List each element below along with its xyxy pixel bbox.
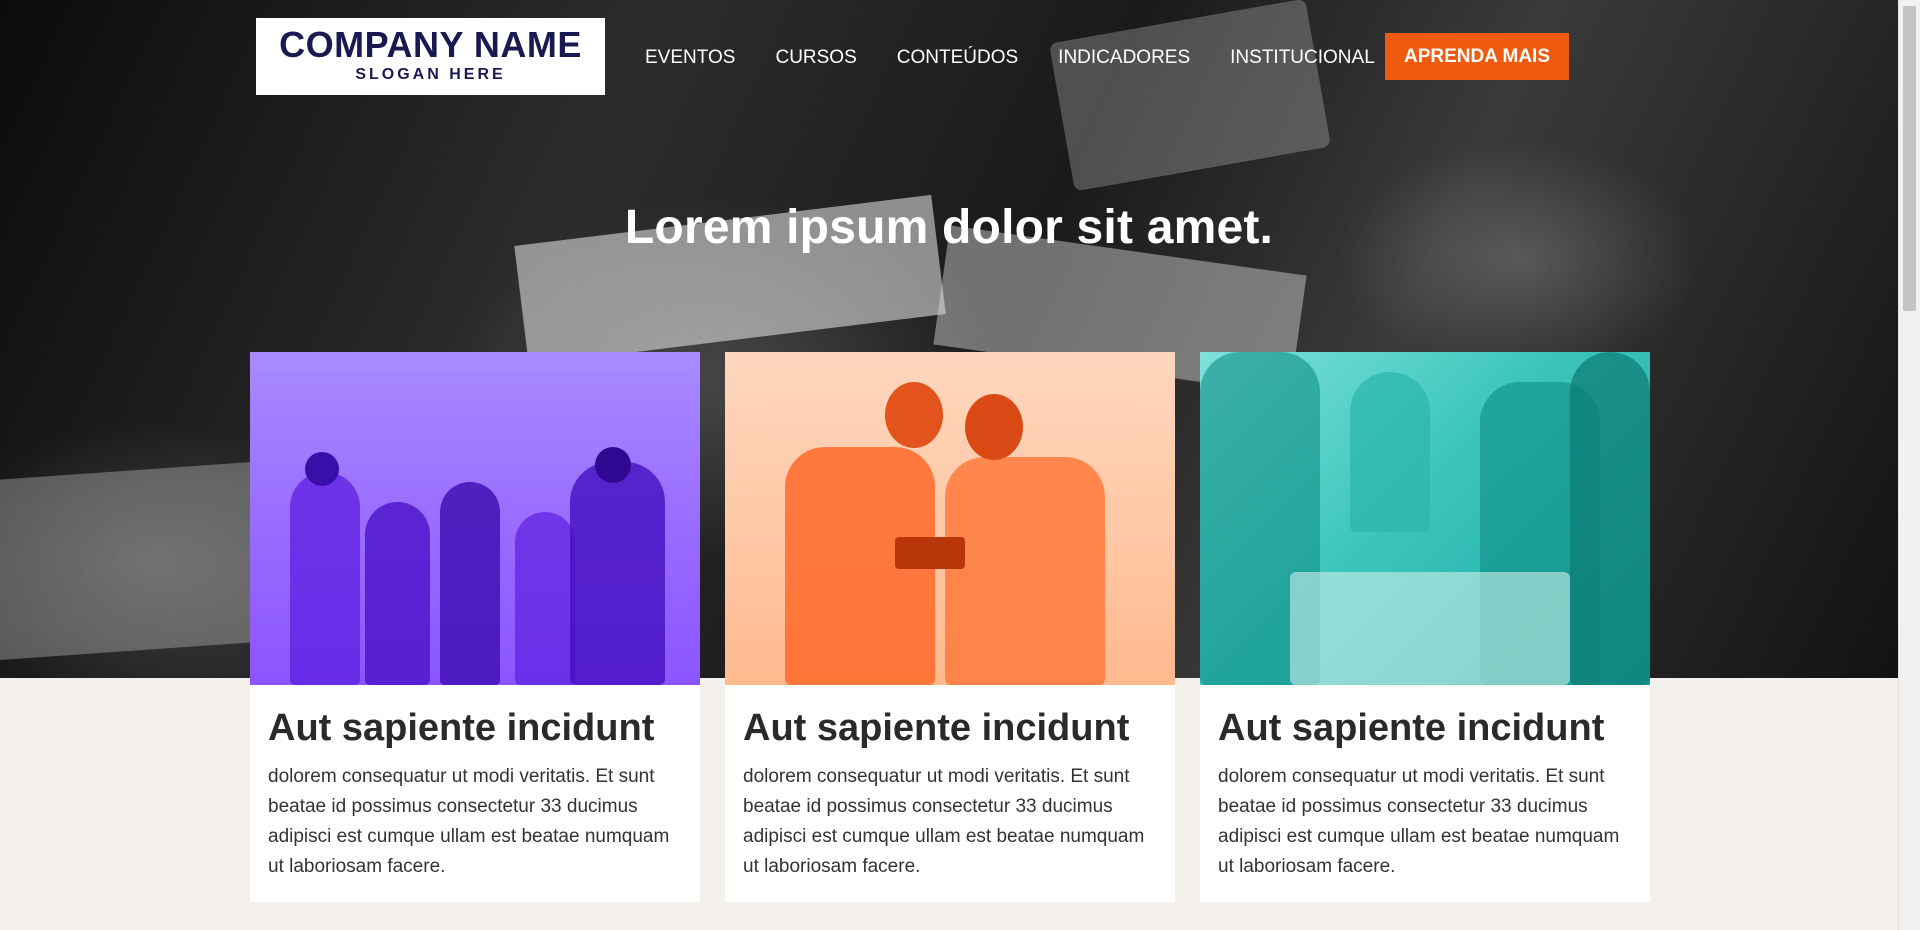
card-title: Aut sapiente incidunt — [743, 707, 1130, 749]
card-body: Aut sapiente incidunt dolorem consequatu… — [1200, 685, 1650, 902]
menu-item-cursos[interactable]: CURSOS — [775, 47, 856, 69]
menu-item-eventos[interactable]: EVENTOS — [645, 47, 735, 69]
card-image-team-high-five — [250, 352, 700, 685]
logo-company-name: COMPANY NAME — [279, 24, 582, 65]
company-logo[interactable]: COMPANY NAME SLOGAN HERE — [256, 18, 605, 95]
top-navigation: COMPANY NAME SLOGAN HERE EVENTOS CURSOS … — [0, 0, 1898, 100]
feature-card[interactable]: Aut sapiente incidunt dolorem consequatu… — [725, 352, 1175, 902]
card-text: dolorem consequatur ut modi veritatis. E… — [743, 766, 1145, 877]
menu-item-conteudos[interactable]: CONTEÚDOS — [897, 47, 1018, 69]
card-body: Aut sapiente incidunt dolorem consequatu… — [725, 685, 1175, 902]
card-title: Aut sapiente incidunt — [1218, 707, 1605, 749]
card-body: Aut sapiente incidunt dolorem consequatu… — [250, 685, 700, 902]
card-image-team-meeting — [1200, 352, 1650, 685]
card-text: dolorem consequatur ut modi veritatis. E… — [268, 766, 670, 877]
main-menu: EVENTOS CURSOS CONTEÚDOS INDICADORES INS… — [645, 47, 1375, 69]
page: Lorem ipsum dolor sit amet. COMPANY NAME… — [0, 0, 1898, 930]
hero-title: Lorem ipsum dolor sit amet. — [624, 201, 1274, 254]
vertical-scrollbar[interactable] — [1898, 0, 1920, 930]
feature-cards: Aut sapiente incidunt dolorem consequatu… — [250, 352, 1650, 902]
card-text: dolorem consequatur ut modi veritatis. E… — [1218, 766, 1620, 877]
learn-more-button[interactable]: APRENDA MAIS — [1385, 33, 1569, 80]
scrollbar-thumb[interactable] — [1903, 6, 1916, 311]
feature-card[interactable]: Aut sapiente incidunt dolorem consequatu… — [1200, 352, 1650, 902]
card-image-two-men-tablet — [725, 352, 1175, 685]
card-title: Aut sapiente incidunt — [268, 707, 655, 749]
feature-card[interactable]: Aut sapiente incidunt dolorem consequatu… — [250, 352, 700, 902]
logo-slogan: SLOGAN HERE — [355, 66, 506, 83]
menu-item-indicadores[interactable]: INDICADORES — [1058, 47, 1190, 69]
menu-item-institucional[interactable]: INSTITUCIONAL — [1230, 47, 1375, 69]
